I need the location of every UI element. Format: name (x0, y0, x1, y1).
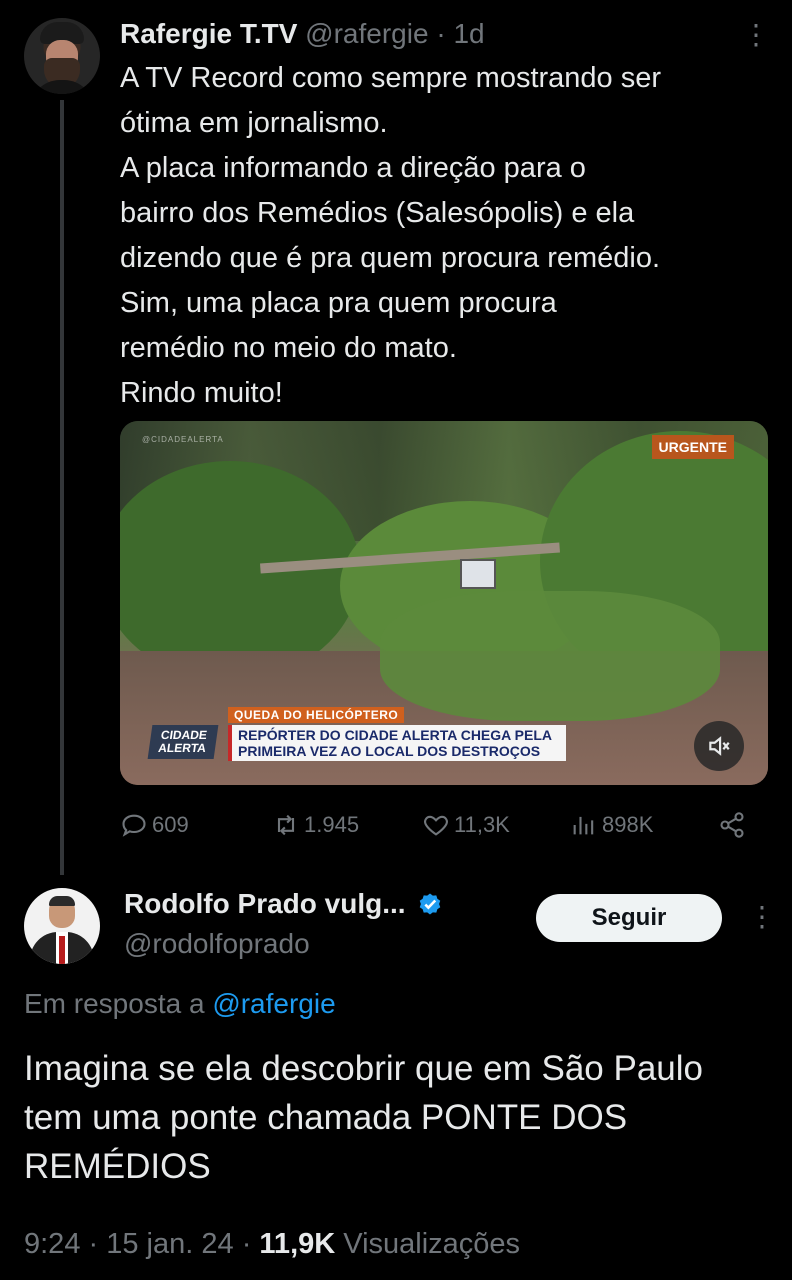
news-tag: QUEDA DO HELICÓPTERO (228, 707, 405, 723)
author-name[interactable]: Rafergie T.TV (120, 18, 297, 49)
share-button[interactable] (718, 805, 750, 845)
tweet-line: dizendo que é pra quem procura remédio. (120, 242, 661, 274)
follow-button[interactable]: Seguir (536, 894, 722, 942)
like-button[interactable]: 11,3K (422, 805, 510, 845)
tweet-line: Sim, uma placa pra quem procura (120, 287, 557, 319)
tweet-line: A placa informando a direção para o (120, 152, 586, 184)
reply-date[interactable]: 15 jan. 24 (106, 1228, 233, 1260)
author-handle[interactable]: @rafergie (305, 18, 428, 49)
views-button[interactable]: 898K (570, 805, 653, 845)
reply-views-count: 11,9K (259, 1228, 336, 1260)
retweet-icon (277, 814, 295, 836)
heart-icon (424, 815, 448, 836)
more-vertical-icon[interactable]: ⋮ (748, 902, 776, 932)
replying-mention[interactable]: @rafergie (212, 988, 335, 1019)
meta-separator: · (436, 18, 446, 49)
road-sign (460, 559, 496, 589)
replying-prefix: Em resposta a (24, 988, 205, 1019)
tweet-line: bairro dos Remédios (Salesópolis) e ela (120, 197, 635, 229)
tweet-header: Rafergie T.TV @rafergie · 1d (120, 14, 485, 54)
urgent-badge: URGENTE (651, 435, 734, 459)
share-icon (720, 812, 744, 838)
action-bar: 609 1.945 11,3K 898K (120, 805, 760, 845)
reply-icon (122, 814, 146, 837)
channel-logo: CIDADE ALERTA (147, 725, 219, 759)
tweet-time[interactable]: 1d (453, 18, 484, 49)
tweet-line: A TV Record como sempre mostrando ser (120, 62, 662, 94)
reply-author-handle[interactable]: @rodolfoprado (124, 924, 310, 964)
thread-line (60, 100, 64, 875)
reply-author-avatar[interactable] (24, 888, 100, 964)
verified-badge-icon (419, 893, 440, 915)
volume-muted-icon[interactable] (694, 721, 744, 771)
view-count: 898K (602, 812, 654, 837)
like-count: 11,3K (454, 812, 510, 837)
headline-line: REPÓRTER DO CIDADE ALERTA CHEGA PELA (238, 727, 552, 743)
news-headline: REPÓRTER DO CIDADE ALERTA CHEGA PELA PRI… (228, 725, 566, 761)
reply-button[interactable]: 609 (120, 805, 189, 845)
video-player[interactable]: @CIDADEALERTA URGENTE QUEDA DO HELICÓPTE… (120, 421, 768, 785)
reply-author-name[interactable]: Rodolfo Prado vulg... (124, 884, 406, 924)
retweet-button[interactable]: 1.945 (272, 805, 359, 845)
reply-count: 609 (152, 812, 189, 837)
video-watermark: @CIDADEALERTA (142, 435, 224, 444)
tweet-line: ótima em jornalismo. (120, 107, 388, 139)
replying-to: Em resposta a @rafergie (24, 984, 336, 1024)
tweet-line: Rindo muito! (120, 377, 283, 409)
retweet-count: 1.945 (304, 812, 360, 837)
reply-meta: 9:24 · 15 jan. 24 · 11,9K Visualizações (24, 1228, 521, 1260)
more-vertical-icon[interactable]: ⋮ (742, 20, 770, 50)
reply-text: Imagina se ela descobrir que em São Paul… (24, 1049, 704, 1186)
author-avatar[interactable] (24, 18, 100, 94)
tweet-text: A TV Record como sempre mostrando ser ót… (120, 56, 770, 416)
reply-time[interactable]: 9:24 (24, 1228, 80, 1260)
reply-author: Rodolfo Prado vulg... (124, 884, 444, 924)
reply-views-label: Visualizações (343, 1228, 521, 1260)
headline-line: PRIMEIRA VEZ AO LOCAL DOS DESTROÇOS (238, 743, 541, 759)
tweet-line: remédio no meio do mato. (120, 332, 457, 364)
analytics-icon (573, 816, 594, 835)
